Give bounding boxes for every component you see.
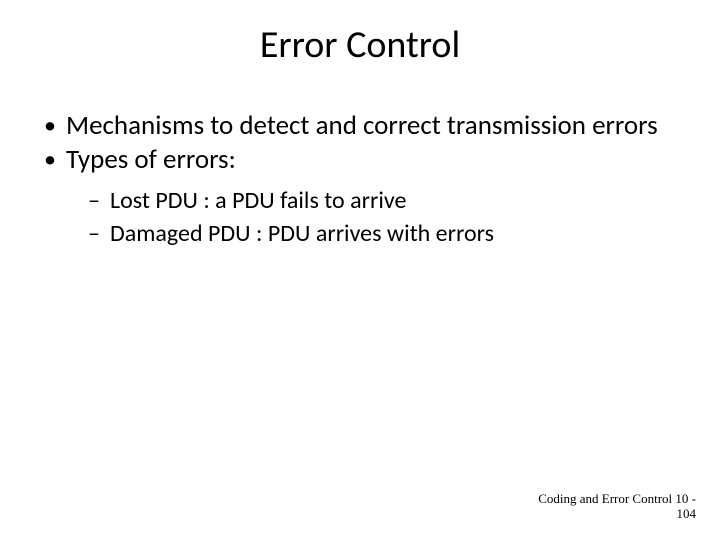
- bullet-item: Types of errors: Lost PDU : a PDU fails …: [40, 144, 680, 248]
- slide: Error Control Mechanisms to detect and c…: [0, 0, 720, 540]
- slide-body: Mechanisms to detect and correct transmi…: [0, 80, 720, 248]
- footer-page-number: 104: [538, 507, 696, 522]
- bullet-item: Mechanisms to detect and correct transmi…: [40, 110, 680, 142]
- slide-footer: Coding and Error Control 10 - 104: [538, 492, 696, 522]
- footer-line: Coding and Error Control 10 -: [538, 492, 696, 507]
- sub-bullet-text: Damaged PDU : PDU arrives with errors: [110, 219, 494, 248]
- sub-bullet-list: Lost PDU : a PDU fails to arrive Damaged…: [66, 187, 680, 249]
- sub-bullet-item: Damaged PDU : PDU arrives with errors: [86, 220, 680, 249]
- sub-bullet-text: Lost PDU : a PDU fails to arrive: [110, 186, 406, 215]
- sub-bullet-item: Lost PDU : a PDU fails to arrive: [86, 187, 680, 216]
- bullet-list: Mechanisms to detect and correct transmi…: [40, 110, 680, 248]
- slide-title: Error Control: [0, 0, 720, 80]
- bullet-text: Types of errors:: [66, 143, 236, 176]
- bullet-text: Mechanisms to detect and correct transmi…: [66, 109, 658, 142]
